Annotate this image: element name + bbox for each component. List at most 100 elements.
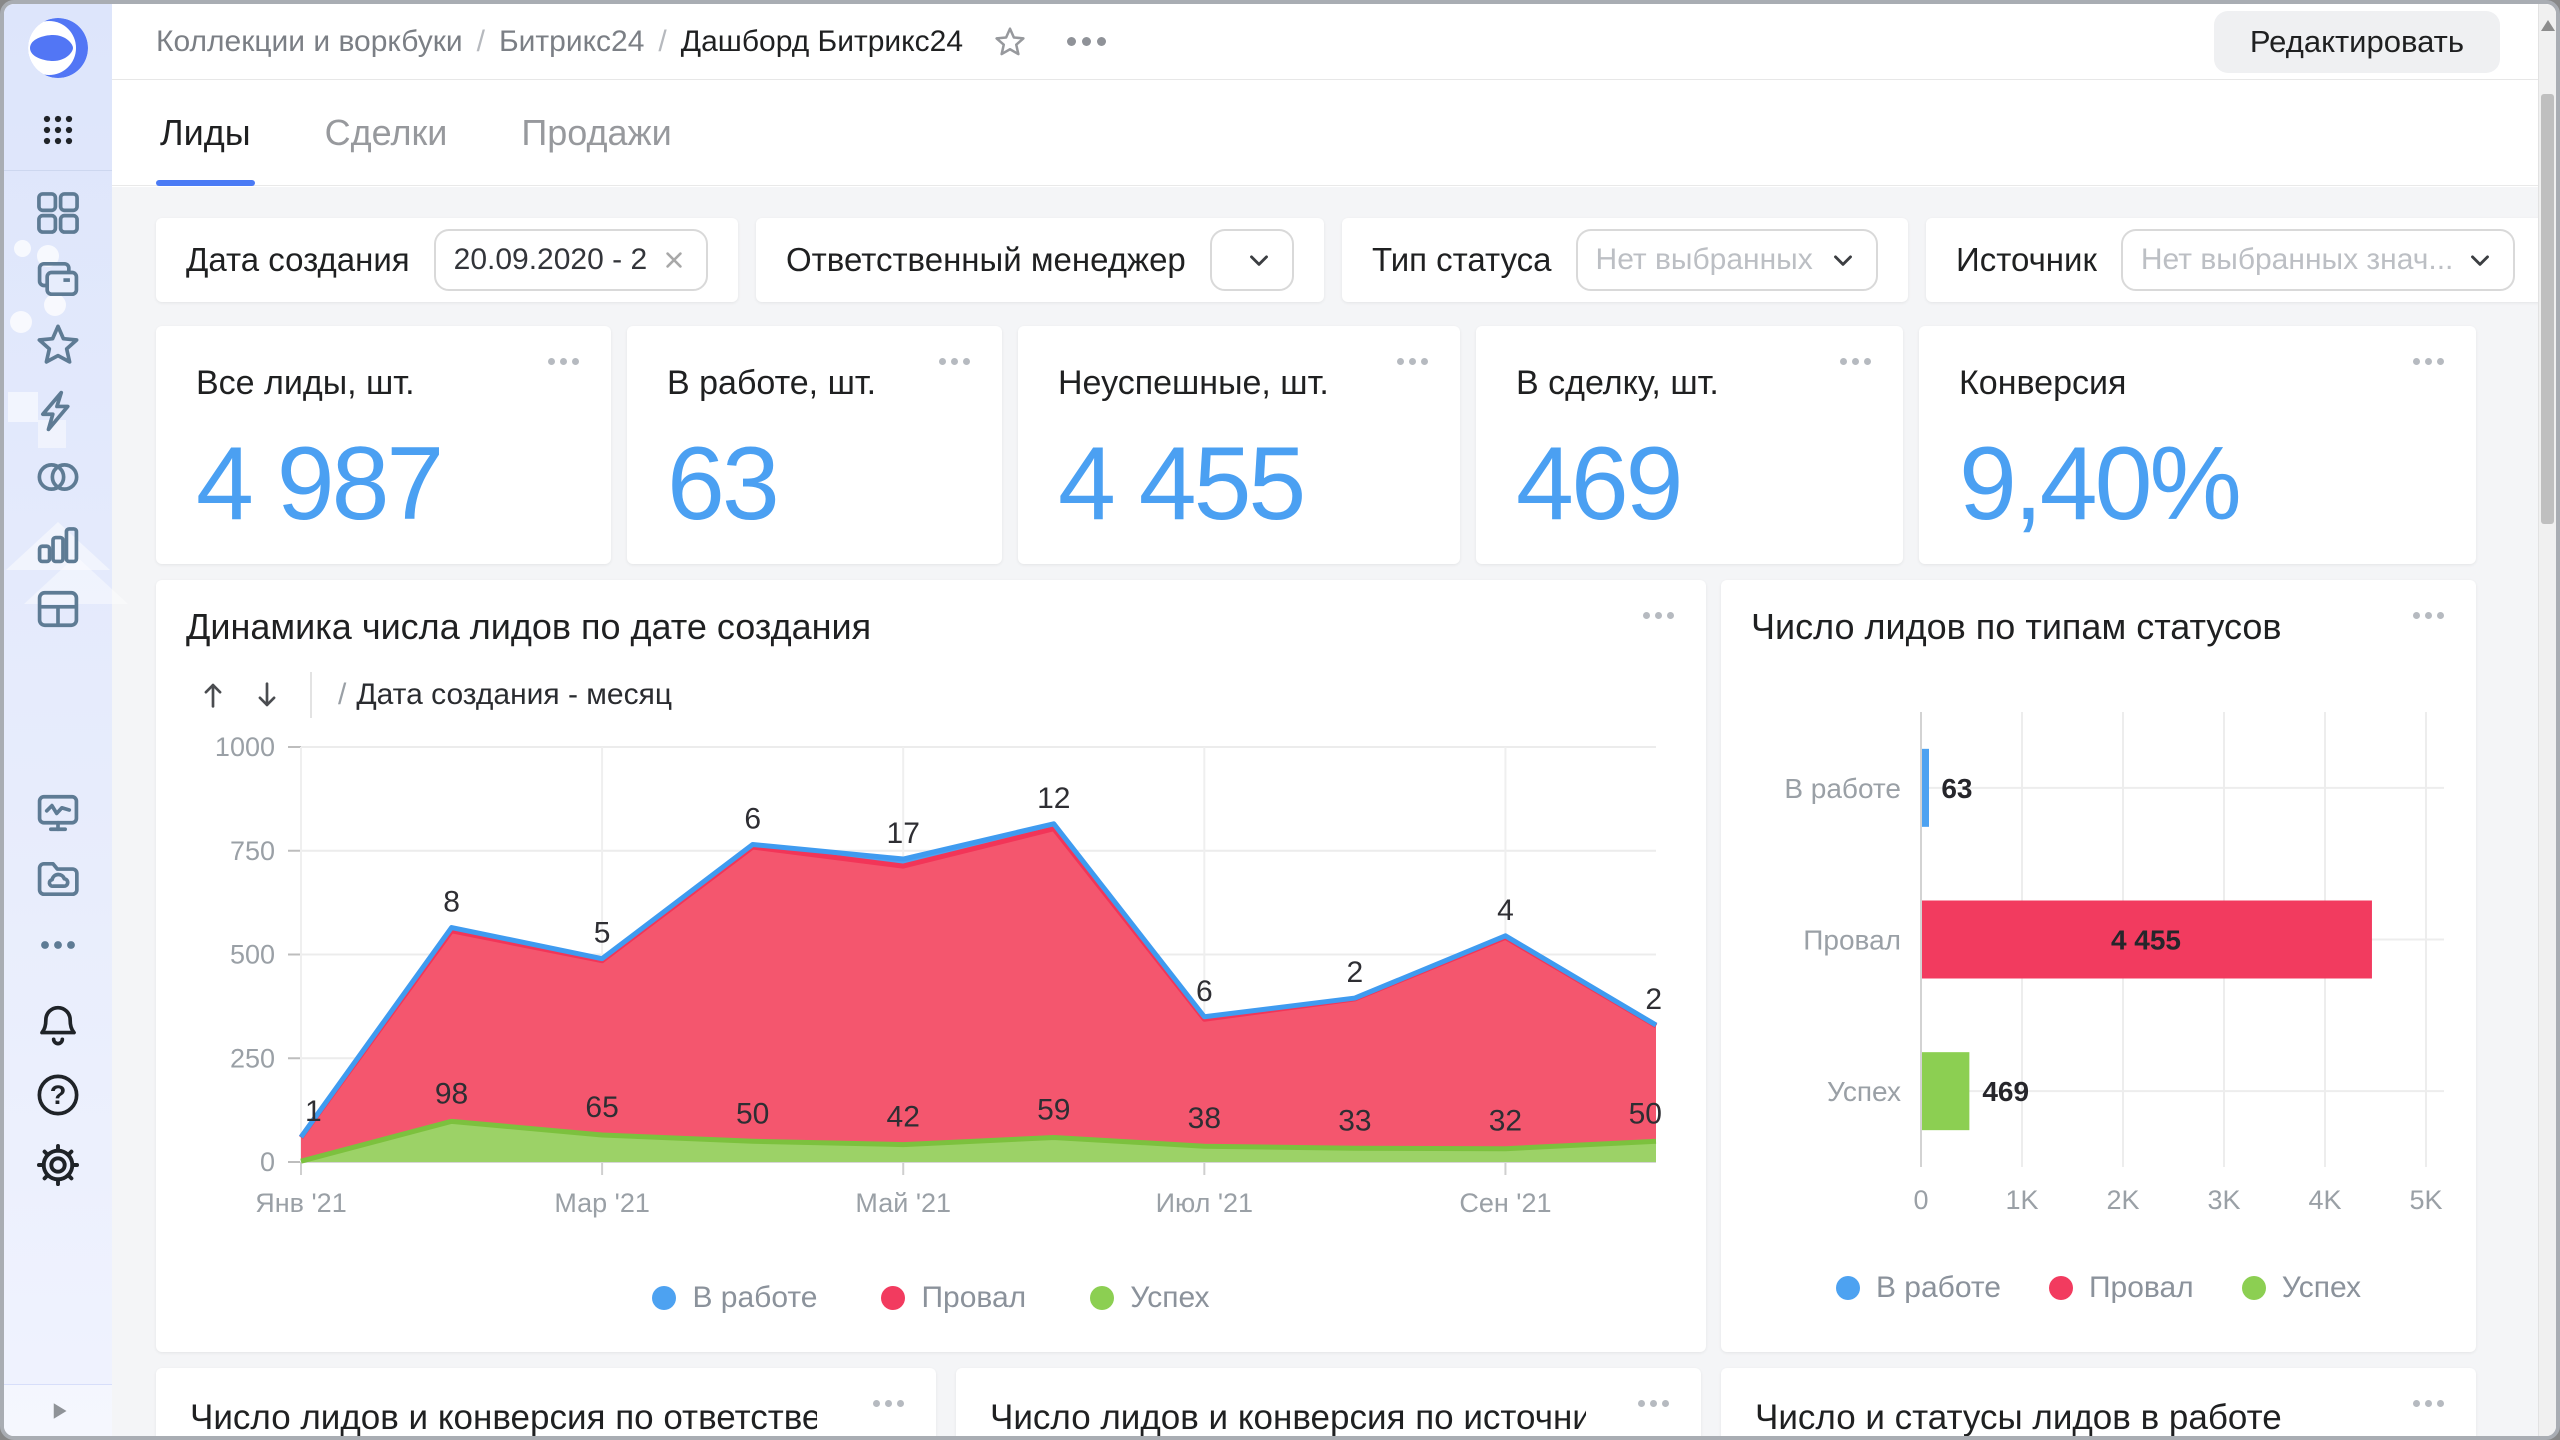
nav-collections-icon[interactable] [30, 251, 86, 307]
legend-item[interactable]: Успех [1090, 1281, 1209, 1315]
svg-text:12: 12 [1037, 782, 1070, 815]
top-header: Коллекции и воркбуки / Битрикс24 / Дашбо… [112, 4, 2556, 80]
sort-asc-icon[interactable] [186, 674, 240, 716]
sidebar-expand[interactable] [4, 1384, 112, 1436]
svg-text:6: 6 [744, 803, 761, 836]
kpi-label: В работе, шт. [667, 364, 966, 403]
filter-status-type: Тип статуса Нет выбранных зна... [1342, 218, 1908, 302]
clear-filter-icon[interactable] [660, 246, 688, 274]
breadcrumb-separator: / [477, 25, 485, 59]
svg-text:50: 50 [736, 1097, 769, 1130]
select-placeholder: Нет выбранных знач... [2141, 243, 2454, 277]
more-menu-icon[interactable] [2407, 1394, 2450, 1413]
sidebar-nav-services [30, 785, 86, 973]
more-menu-icon[interactable] [933, 352, 976, 371]
area-chart[interactable]: 02505007501000Янв '21Мар '21Май '21Июл '… [186, 722, 1676, 1262]
svg-text:1: 1 [305, 1095, 322, 1128]
nav-favorites-icon[interactable] [30, 317, 86, 373]
chart-title: Число и статусы лидов в работе [1755, 1398, 2360, 1436]
dashboard-body: Дата создания 20.09.2020 - 20.09.20 Отве… [112, 187, 2556, 1436]
filter-source: Источник Нет выбранных знач... [1926, 218, 2545, 302]
svg-text:1K: 1K [2005, 1185, 2038, 1215]
nav-storage-icon[interactable] [30, 851, 86, 907]
svg-text:2K: 2K [2106, 1185, 2139, 1215]
more-menu-icon[interactable] [867, 1394, 910, 1413]
gear-icon[interactable] [30, 1137, 86, 1193]
breadcrumb-workbook[interactable]: Битрикс24 [499, 25, 644, 59]
more-menu-icon[interactable] [1834, 352, 1877, 371]
svg-text:750: 750 [230, 836, 275, 866]
nav-datasets-icon[interactable] [30, 449, 86, 505]
filter-label: Тип статуса [1372, 241, 1552, 279]
tab-deals[interactable]: Сделки [321, 80, 452, 185]
nav-grid-icon[interactable] [30, 185, 86, 241]
leads-in-progress-card: Число и статусы лидов в работе [1721, 1368, 2476, 1436]
sort-field-label[interactable]: Дата создания - месяц [356, 678, 672, 712]
svg-text:Янв '21: Янв '21 [255, 1188, 346, 1218]
leads-by-source-card: Число лидов и конверсия по источникам [956, 1368, 1701, 1436]
sidebar-divider [4, 170, 112, 171]
legend-item[interactable]: Провал [881, 1281, 1026, 1315]
svg-text:В работе: В работе [1784, 773, 1901, 804]
sort-field-prefix: / [338, 678, 346, 712]
more-menu-icon[interactable] [2407, 352, 2450, 371]
kpi-value: 4 987 [196, 425, 575, 544]
svg-text:59: 59 [1037, 1094, 1070, 1127]
more-menu-icon[interactable] [2407, 606, 2450, 625]
chevron-down-icon [2465, 245, 2495, 275]
nav-charts-icon[interactable] [30, 515, 86, 571]
legend-item[interactable]: Успех [2242, 1271, 2361, 1305]
svg-text:17: 17 [887, 817, 920, 850]
kpi-converted: В сделку, шт. 469 [1476, 326, 1903, 564]
tab-sales[interactable]: Продажи [517, 80, 675, 185]
more-menu-icon[interactable] [542, 352, 585, 371]
legend-item[interactable]: В работе [1836, 1271, 2001, 1305]
svg-text:38: 38 [1188, 1102, 1221, 1135]
svg-text:8: 8 [443, 886, 460, 919]
chevron-down-icon [1828, 245, 1858, 275]
more-menu-icon[interactable] [1632, 1394, 1675, 1413]
svg-text:32: 32 [1489, 1105, 1522, 1138]
kpi-failed: Неуспешные, шт. 4 455 [1018, 326, 1460, 564]
kpi-label: Конверсия [1959, 364, 2440, 403]
svg-text:250: 250 [230, 1043, 275, 1073]
help-icon[interactable]: ? [30, 1067, 86, 1123]
nav-dashboards-icon[interactable] [30, 581, 86, 637]
source-select[interactable]: Нет выбранных знач... [2121, 229, 2516, 291]
header-more-menu-icon[interactable] [1059, 29, 1114, 54]
status-type-select[interactable]: Нет выбранных зна... [1576, 229, 1878, 291]
nav-more-icon[interactable] [30, 917, 86, 973]
more-menu-icon[interactable] [1637, 606, 1680, 625]
svg-text:98: 98 [435, 1077, 468, 1110]
date-range-input[interactable]: 20.09.2020 - 20.09.20 [434, 229, 708, 291]
kpi-value: 63 [667, 425, 966, 544]
kpi-value: 4 455 [1058, 425, 1424, 544]
sort-desc-icon[interactable] [240, 674, 294, 716]
nav-monitoring-icon[interactable] [30, 785, 86, 841]
manager-select[interactable]: Нет ... [1210, 229, 1294, 291]
favorite-star-icon[interactable] [991, 23, 1029, 61]
bar-chart[interactable]: 01K2K3K4K5KВ работе63Провал4 455Успех469 [1751, 692, 2446, 1252]
breadcrumb-collections[interactable]: Коллекции и воркбуки [156, 25, 463, 59]
svg-text:6: 6 [1196, 975, 1213, 1008]
legend-item[interactable]: В работе [652, 1281, 817, 1315]
scrollbar-up-arrow[interactable] [2541, 20, 2555, 31]
nav-connections-icon[interactable] [30, 383, 86, 439]
bell-icon[interactable] [30, 997, 86, 1053]
edit-button[interactable]: Редактировать [2214, 11, 2500, 73]
chart-title: Число лидов и конверсия по ответственн..… [190, 1398, 817, 1436]
apps-grid-icon[interactable] [30, 102, 86, 158]
tab-leads[interactable]: Лиды [156, 80, 255, 185]
main-area: Коллекции и воркбуки / Битрикс24 / Дашбо… [112, 4, 2556, 1436]
kpi-all-leads: Все лиды, шт. 4 987 [156, 326, 611, 564]
scrollbar[interactable] [2538, 4, 2556, 1436]
svg-text:Май '21: Май '21 [855, 1188, 951, 1218]
svg-text:Успех: Успех [1827, 1076, 1901, 1107]
svg-text:33: 33 [1338, 1104, 1371, 1137]
more-menu-icon[interactable] [1391, 352, 1434, 371]
filter-date-created: Дата создания 20.09.2020 - 20.09.20 [156, 218, 738, 302]
datalens-logo[interactable] [26, 16, 90, 80]
legend-item[interactable]: Провал [2049, 1271, 2194, 1305]
scrollbar-thumb[interactable] [2541, 94, 2554, 524]
kpi-label: Все лиды, шт. [196, 364, 575, 403]
